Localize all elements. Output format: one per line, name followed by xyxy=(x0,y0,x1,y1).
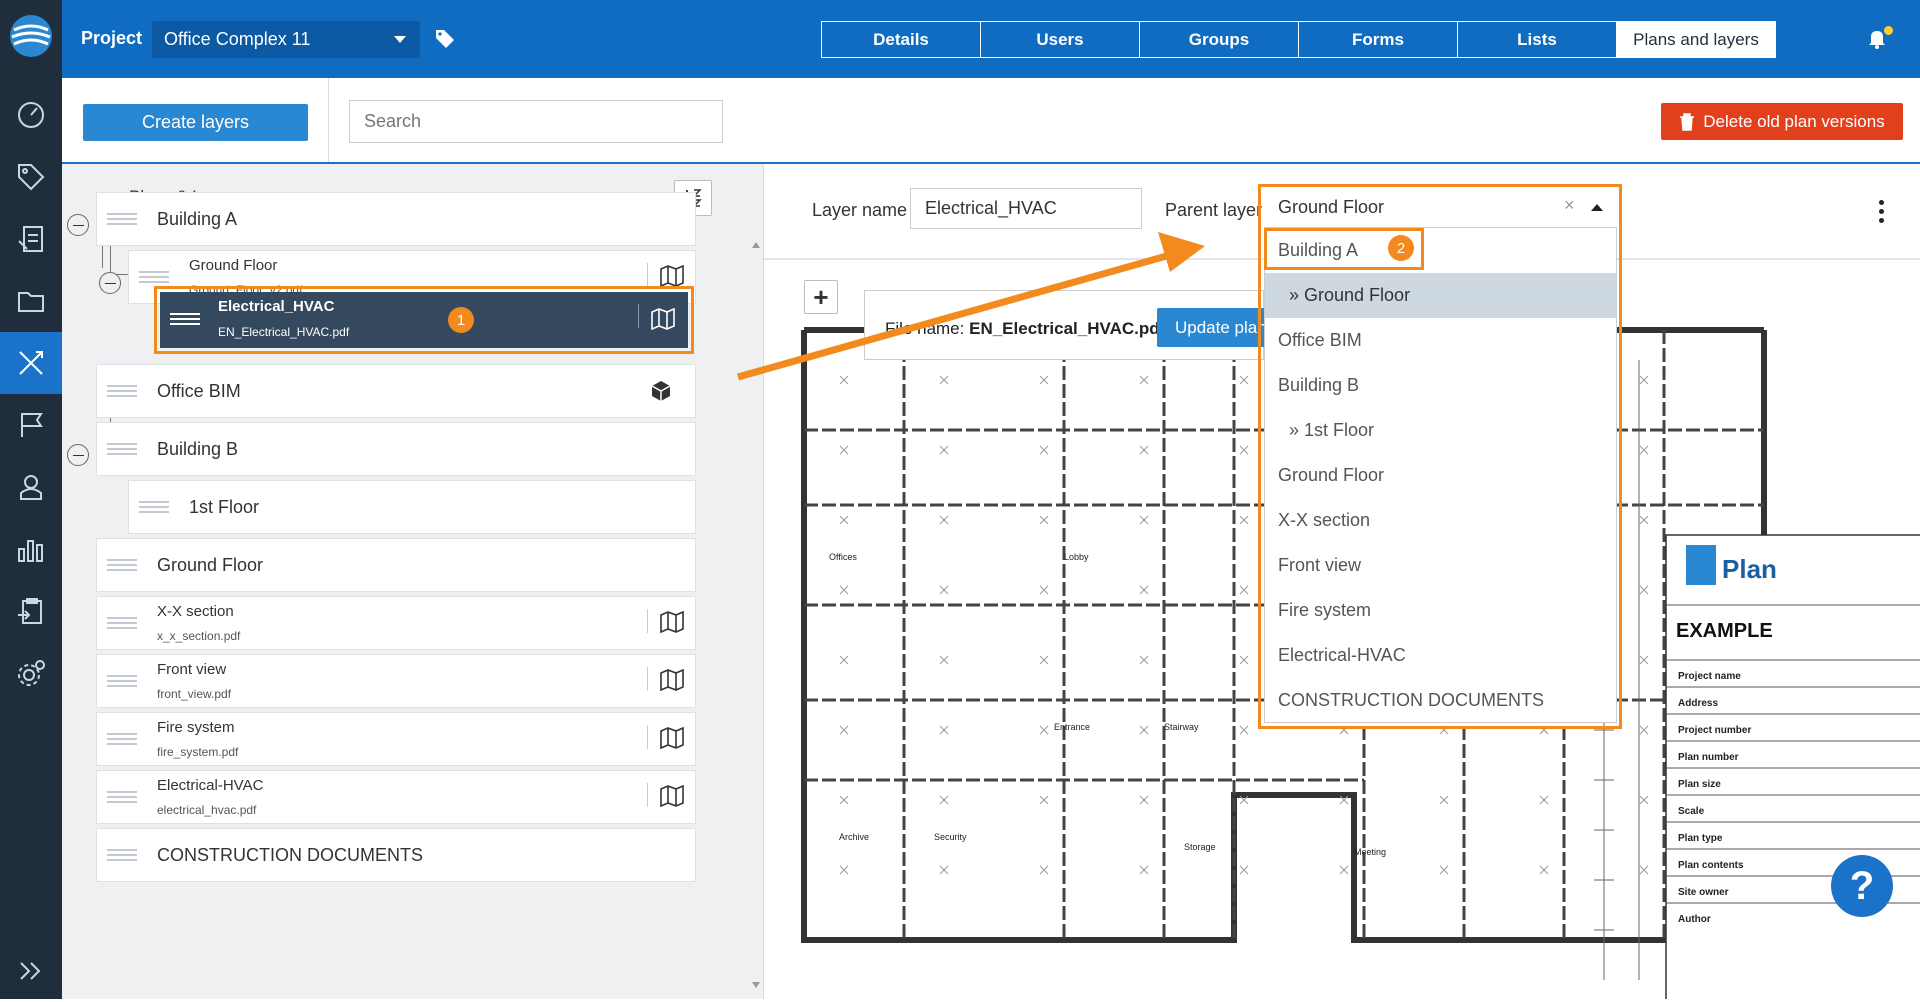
callout-arrow xyxy=(737,232,1205,381)
help-button[interactable]: ? xyxy=(1831,855,1893,917)
